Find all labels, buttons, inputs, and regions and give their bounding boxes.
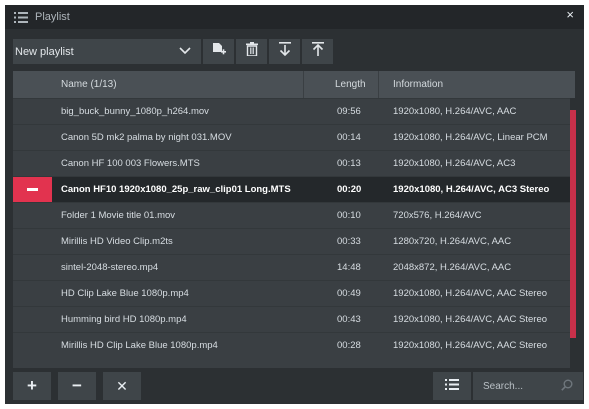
vertical-scrollbar[interactable] bbox=[570, 98, 576, 368]
row-length: 14:48 bbox=[337, 262, 361, 273]
row-name: Canon HF10 1920x1080_25p_raw_clip01 Long… bbox=[61, 184, 291, 195]
window-title: Playlist bbox=[35, 11, 70, 23]
new-playlist-button[interactable] bbox=[203, 39, 234, 64]
row-information: 1920x1080, H.264/AVC, AAC Stereo bbox=[393, 340, 548, 351]
row-information: 1920x1080, H.264/AVC, AAC bbox=[393, 106, 517, 117]
table-row[interactable]: Mirillis HD Video Clip.m2ts 00:33 1280x7… bbox=[13, 228, 575, 254]
close-icon: ✕ bbox=[116, 377, 128, 394]
search-icon bbox=[561, 379, 573, 394]
playlist-toolbar: New playlist bbox=[13, 39, 333, 64]
row-length: 00:49 bbox=[337, 288, 361, 299]
playlist-select[interactable]: New playlist bbox=[13, 39, 201, 64]
bottom-toolbar: + − ✕ Search... bbox=[13, 372, 583, 400]
table-row[interactable]: Folder 1 Movie title 01.mov 00:10 720x57… bbox=[13, 202, 575, 228]
table-row[interactable]: Canon 5D mk2 palma by night 031.MOV 00:1… bbox=[13, 124, 575, 150]
row-name: big_buck_bunny_1080p_h264.mov bbox=[61, 106, 209, 117]
row-information: 1280x720, H.264/AVC, AAC bbox=[393, 236, 512, 247]
list-view-button[interactable] bbox=[433, 372, 471, 400]
move-top-icon bbox=[311, 42, 324, 61]
title-bar: Playlist × bbox=[5, 5, 584, 29]
row-name: sintel-2048-stereo.mp4 bbox=[61, 262, 159, 273]
row-name: Canon HF 100 003 Flowers.MTS bbox=[61, 158, 200, 169]
delete-playlist-button[interactable] bbox=[236, 39, 267, 64]
row-name: Folder 1 Movie title 01.mov bbox=[61, 210, 176, 221]
row-length: 00:13 bbox=[337, 158, 361, 169]
chevron-down-icon bbox=[179, 46, 191, 58]
playlist-window: Playlist × New playlist Name (1/13) Leng… bbox=[5, 5, 584, 404]
playlist-table: Name (1/13) Length Information big_buck_… bbox=[13, 71, 575, 368]
row-length: 00:20 bbox=[337, 184, 362, 195]
table-row[interactable]: Canon HF 100 003 Flowers.MTS 00:13 1920x… bbox=[13, 150, 575, 176]
table-row[interactable]: Mirillis HD Clip Lake Blue 1080p.mp4 00:… bbox=[13, 332, 575, 358]
column-divider[interactable] bbox=[303, 71, 304, 98]
column-header-length[interactable]: Length bbox=[335, 71, 366, 98]
row-length: 00:33 bbox=[337, 236, 361, 247]
move-bottom-icon bbox=[278, 42, 291, 61]
table-header: Name (1/13) Length Information bbox=[13, 71, 575, 98]
table-row[interactable]: big_buck_bunny_1080p_h264.mov 09:56 1920… bbox=[13, 98, 575, 124]
row-information: 1920x1080, H.264/AVC, AC3 bbox=[393, 158, 516, 169]
row-name: Humming bird HD 1080p.mp4 bbox=[61, 314, 187, 325]
table-row[interactable]: HD Clip Lake Blue 1080p.mp4 00:49 1920x1… bbox=[13, 280, 575, 306]
remove-item-button[interactable] bbox=[13, 177, 52, 202]
row-information: 720x576, H.264/AVC bbox=[393, 210, 482, 221]
add-item-button[interactable]: + bbox=[13, 372, 51, 400]
row-information: 2048x872, H.264/AVC, AAC bbox=[393, 262, 512, 273]
move-to-top-button[interactable] bbox=[302, 39, 333, 64]
row-length: 00:10 bbox=[337, 210, 361, 221]
row-information: 1920x1080, H.264/AVC, AAC Stereo bbox=[393, 314, 548, 325]
list-icon bbox=[445, 377, 459, 395]
plus-icon: + bbox=[27, 376, 37, 395]
new-file-icon bbox=[212, 42, 226, 61]
close-button[interactable]: × bbox=[566, 8, 574, 22]
column-header-information[interactable]: Information bbox=[393, 71, 443, 98]
row-name: Mirillis HD Video Clip.m2ts bbox=[61, 236, 173, 247]
search-input[interactable]: Search... bbox=[483, 381, 523, 392]
playlist-select-value: New playlist bbox=[15, 45, 74, 58]
list-icon bbox=[13, 11, 29, 23]
table-row[interactable]: Humming bird HD 1080p.mp4 00:43 1920x108… bbox=[13, 306, 575, 332]
remove-selected-button[interactable]: − bbox=[58, 372, 96, 400]
trash-icon bbox=[245, 42, 258, 61]
row-length: 00:28 bbox=[337, 340, 361, 351]
move-to-bottom-button[interactable] bbox=[269, 39, 300, 64]
row-name: Canon 5D mk2 palma by night 031.MOV bbox=[61, 132, 232, 143]
minus-icon bbox=[27, 188, 38, 191]
row-information: 1920x1080, H.264/AVC, AAC Stereo bbox=[393, 288, 548, 299]
column-header-name[interactable]: Name (1/13) bbox=[61, 71, 117, 98]
row-information: 1920x1080, H.264/AVC, AC3 Stereo bbox=[393, 184, 550, 195]
search-box[interactable]: Search... bbox=[473, 372, 583, 400]
row-length: 00:43 bbox=[337, 314, 361, 325]
table-row-selected[interactable]: Canon HF10 1920x1080_25p_raw_clip01 Long… bbox=[13, 176, 575, 202]
clear-playlist-button[interactable]: ✕ bbox=[103, 372, 141, 400]
row-length: 09:56 bbox=[337, 106, 361, 117]
column-divider[interactable] bbox=[378, 71, 379, 98]
row-length: 00:14 bbox=[337, 132, 361, 143]
scrollbar-thumb[interactable] bbox=[570, 110, 576, 338]
minus-icon: − bbox=[72, 376, 82, 395]
row-name: HD Clip Lake Blue 1080p.mp4 bbox=[61, 288, 189, 299]
row-information: 1920x1080, H.264/AVC, Linear PCM bbox=[393, 132, 548, 143]
table-row[interactable]: sintel-2048-stereo.mp4 14:48 2048x872, H… bbox=[13, 254, 575, 280]
row-name: Mirillis HD Clip Lake Blue 1080p.mp4 bbox=[61, 340, 218, 351]
